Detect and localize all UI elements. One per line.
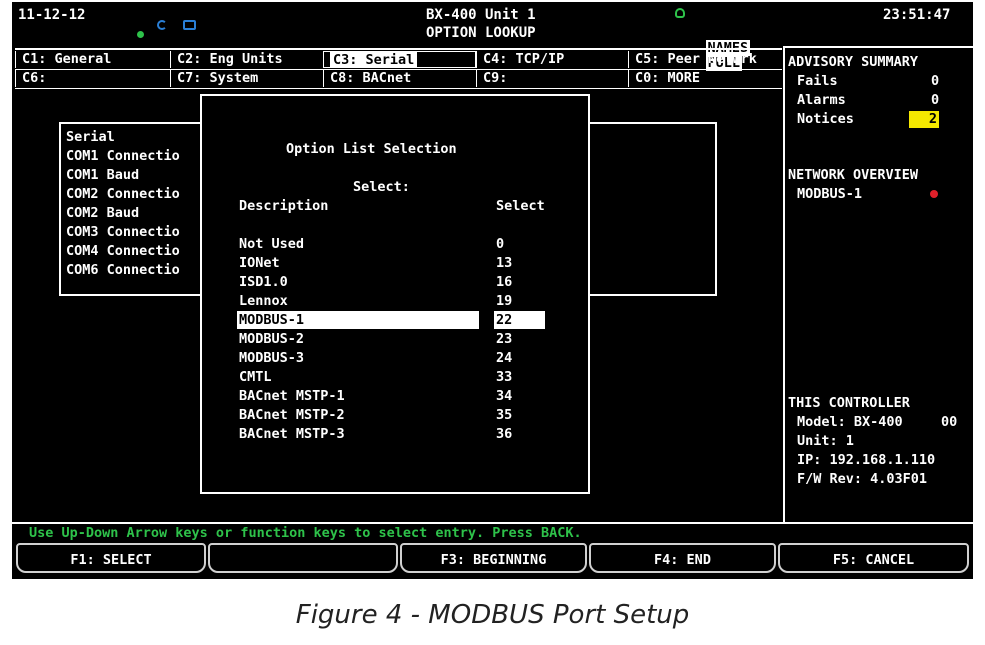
f1-select-button[interactable]: F1: SELECT <box>16 543 206 573</box>
option-description[interactable]: Not Used <box>239 235 304 254</box>
network-overview-title: NETWORK OVERVIEW <box>788 167 919 183</box>
dialog-title: Option List Selection <box>286 141 457 157</box>
option-value[interactable]: 0 <box>496 235 504 254</box>
alarms-label: Alarms <box>797 92 846 108</box>
f3-beginning-button[interactable]: F3: BEGINNING <box>400 543 587 573</box>
f4-end-button[interactable]: F4: END <box>589 543 776 573</box>
f2-button[interactable] <box>208 543 398 573</box>
option-description-selected[interactable]: MODBUS-1 <box>237 311 479 329</box>
tab-peer-network[interactable]: C5: Peer Netwrk <box>628 51 782 68</box>
fails-label: Fails <box>797 73 838 89</box>
serial-panel-title: Serial <box>66 129 115 145</box>
controller-model: Model: BX-400 <box>797 414 903 430</box>
option-description[interactable]: Lennox <box>239 292 288 311</box>
tab-general[interactable]: C1: General <box>15 51 170 68</box>
column-header-description: Description <box>239 198 329 214</box>
option-value-selected[interactable]: 22 <box>494 311 545 329</box>
serial-row[interactable]: COM4 Connectio <box>66 242 180 261</box>
alarms-count: 0 <box>931 92 940 108</box>
monitor-icon[interactable] <box>182 20 196 30</box>
controller-firmware: F/W Rev: 4.03F01 <box>797 471 928 487</box>
network-status-icon <box>930 190 938 198</box>
option-value[interactable]: 19 <box>496 292 512 311</box>
tab-system[interactable]: C7: System <box>170 70 323 87</box>
option-description[interactable]: MODBUS-2 <box>239 330 304 349</box>
tab-c6[interactable]: C6: <box>15 70 170 87</box>
option-value[interactable]: 24 <box>496 349 512 368</box>
tab-c9[interactable]: C9: <box>476 70 628 87</box>
serial-row[interactable]: COM2 Baud <box>66 204 139 223</box>
header-title: BX-400 Unit 1 <box>426 7 536 23</box>
option-description[interactable]: BACnet MSTP-3 <box>239 425 345 444</box>
option-value[interactable]: 34 <box>496 387 512 406</box>
function-key-bar: F1: SELECT F3: BEGINNING F4: END F5: CAN… <box>12 543 973 575</box>
option-description[interactable]: IONet <box>239 254 280 273</box>
serial-row[interactable]: COM1 Baud <box>66 166 139 185</box>
help-message: Use Up-Down Arrow keys or function keys … <box>12 522 973 541</box>
controller-ip: IP: 192.168.1.110 <box>797 452 936 468</box>
tab-tcp-ip[interactable]: C4: TCP/IP <box>476 51 628 68</box>
controller-unit: Unit: 1 <box>797 433 854 449</box>
f5-cancel-button[interactable]: F5: CANCEL <box>778 543 969 573</box>
controller-screen: 11-12-12 BX-400 Unit 1 OPTION LOOKUP NAM… <box>12 2 973 579</box>
tab-serial[interactable]: C3: Serial <box>323 51 476 68</box>
option-value[interactable]: 16 <box>496 273 512 292</box>
option-description[interactable]: BACnet MSTP-2 <box>239 406 345 425</box>
tab-eng-units[interactable]: C2: Eng Units <box>170 51 323 68</box>
advisory-summary-title: ADVISORY SUMMARY <box>788 54 919 70</box>
option-description[interactable]: ISD1.0 <box>239 273 288 292</box>
function-tab-bar: C1: General C2: Eng Units C3: Serial C4:… <box>15 48 782 90</box>
option-description[interactable]: BACnet MSTP-1 <box>239 387 345 406</box>
serial-row[interactable]: COM3 Connectio <box>66 223 180 242</box>
option-description[interactable]: CMTL <box>239 368 272 387</box>
tab-more[interactable]: C0: MORE <box>628 70 782 87</box>
option-value[interactable]: 33 <box>496 368 512 387</box>
header-subtitle: OPTION LOOKUP <box>426 25 536 41</box>
figure-caption: Figure 4 - MODBUS Port Setup <box>295 600 690 630</box>
option-value[interactable]: 13 <box>496 254 512 273</box>
option-value[interactable]: 36 <box>496 425 512 444</box>
controller-model-suffix: 00 <box>941 414 958 430</box>
dialog-select-label: Select: <box>353 179 410 195</box>
controller-title: THIS CONTROLLER <box>788 395 910 411</box>
serial-row[interactable]: COM2 Connectio <box>66 185 180 204</box>
header-date: 11-12-12 <box>18 7 86 23</box>
header-time: 23:51:47 <box>883 7 951 23</box>
notices-label: Notices <box>797 111 854 127</box>
tab-bacnet[interactable]: C8: BACnet <box>323 70 476 87</box>
option-value[interactable]: 23 <box>496 330 512 349</box>
column-header-select: Select <box>496 198 545 214</box>
fails-count: 0 <box>931 73 940 89</box>
notices-badge[interactable]: 2 <box>909 111 939 128</box>
option-value[interactable]: 35 <box>496 406 512 425</box>
lock-icon <box>675 8 685 18</box>
serial-row[interactable]: COM1 Connectio <box>66 147 180 166</box>
serial-row[interactable]: COM6 Connectio <box>66 261 180 280</box>
option-description[interactable]: MODBUS-3 <box>239 349 304 368</box>
network-item[interactable]: MODBUS-1 <box>797 185 862 204</box>
